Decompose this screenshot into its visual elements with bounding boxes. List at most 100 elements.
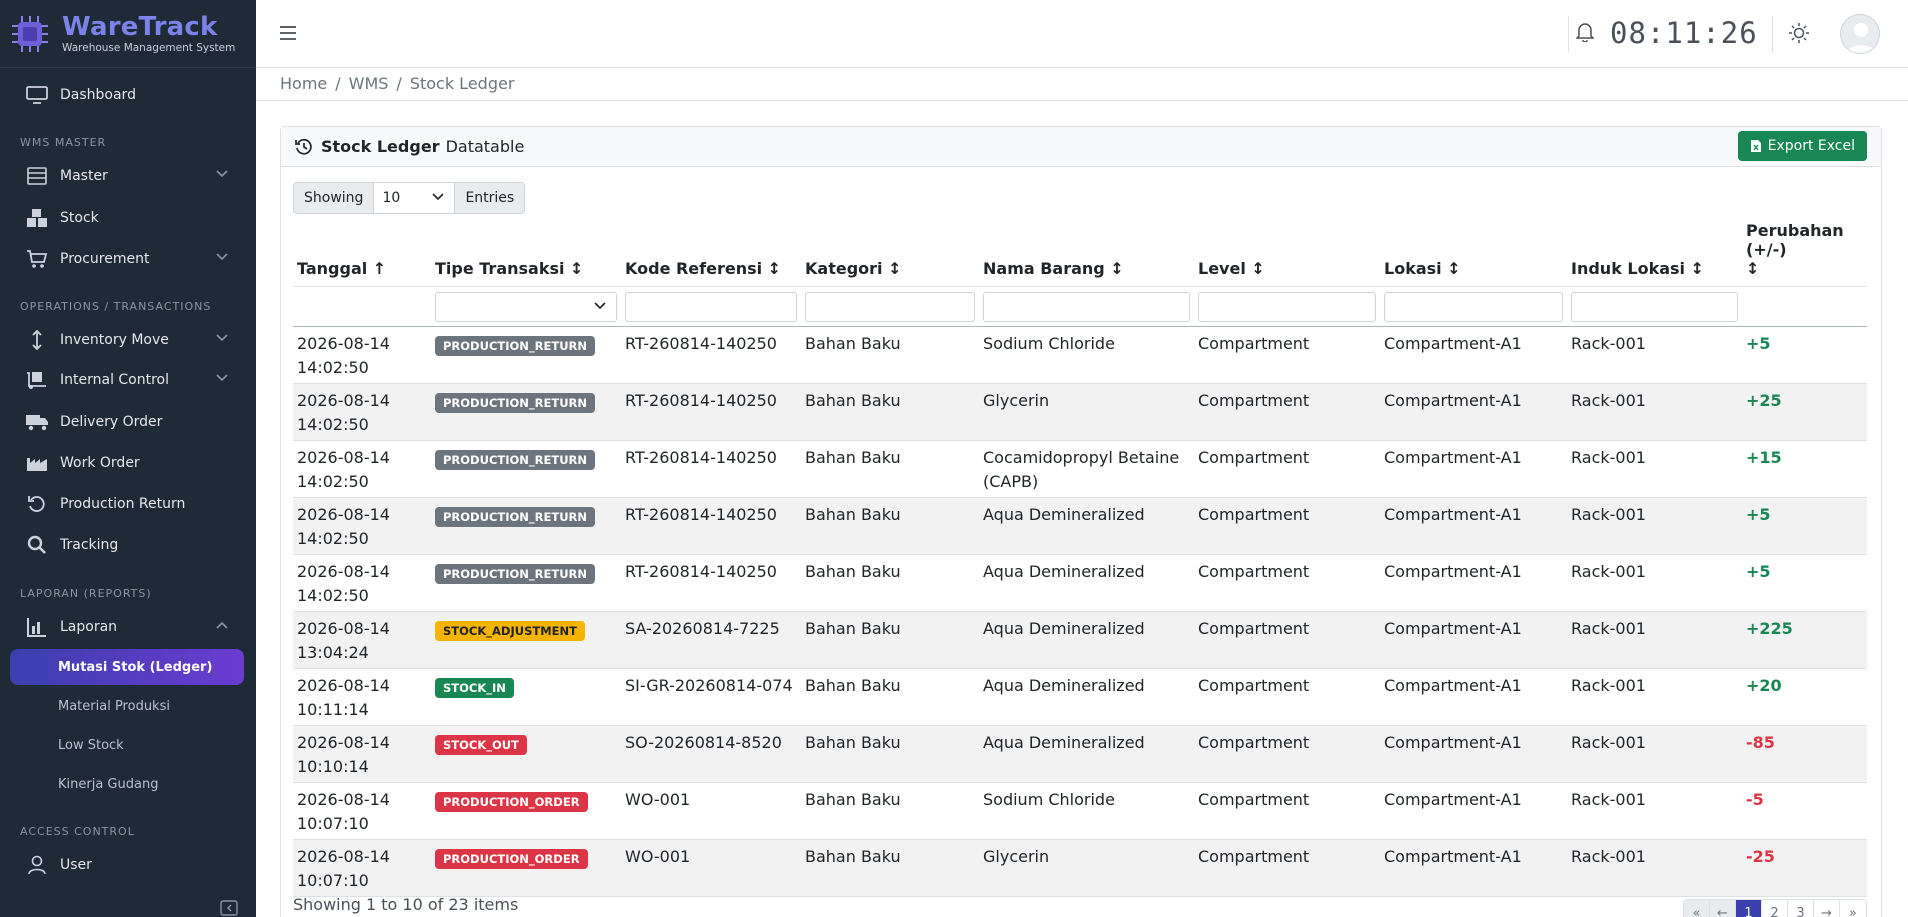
table-row[interactable]: 2026-08-14 14:02:50 PRODUCTION_RETURN RT-26…: [293, 326, 1867, 384]
sidebar-item-laporan[interactable]: Laporan: [0, 608, 256, 646]
export-excel-button[interactable]: Export Excel: [1737, 131, 1867, 161]
sidebar-item-work-order[interactable]: Work Order: [0, 444, 256, 482]
brand-title: WareTrack: [62, 11, 218, 42]
table-row[interactable]: 2026-08-14 14:02:50 PRODUCTION_RETURN RT-26…: [293, 440, 1867, 498]
header-perubahan-sort: ↕: [1746, 259, 1760, 278]
header-nama-barang[interactable]: Nama Barang ↕: [979, 221, 1194, 287]
sidebar-subitem-kinerja-gudang[interactable]: Kinerja Gudang: [10, 766, 244, 802]
table-row[interactable]: 2026-08-14 14:02:50 PRODUCTION_RETURN RT-26…: [293, 497, 1867, 555]
cell-tanggal: 2026-08-14 13:04:24: [293, 611, 431, 669]
filter-induk-input[interactable]: [1571, 291, 1738, 322]
entries-select[interactable]: 10: [373, 183, 456, 213]
sidebar-subitem-mutasi-stok[interactable]: Mutasi Stok (Ledger): [10, 649, 244, 685]
filter-kategori-input[interactable]: [805, 291, 975, 322]
stock-ledger-card: Stock Ledger Datatable Export Excel Show…: [280, 126, 1882, 917]
cell-lokasi-value: Compartment-A1: [1384, 790, 1522, 809]
sidebar-item-production-return[interactable]: Production Return: [0, 485, 256, 523]
clock-display: 08:11:26: [1610, 16, 1758, 50]
header-kode-referensi[interactable]: Kode Referensi ↕: [621, 221, 801, 287]
cell-tipe: PRODUCTION_RETURN: [431, 497, 621, 555]
sidebar-subitem-material-produksi[interactable]: Material Produksi: [10, 688, 244, 724]
cell-level-value: Compartment: [1198, 562, 1310, 581]
header-tanggal[interactable]: Tanggal ↑: [293, 221, 431, 287]
header-lokasi[interactable]: Lokasi ↕: [1380, 221, 1567, 287]
cell-kategori: Bahan Baku: [801, 497, 979, 555]
sidebar-item-master[interactable]: Master: [0, 157, 256, 195]
cell-level-value: Compartment: [1198, 847, 1310, 866]
brand[interactable]: WareTrack Warehouse Management System: [0, 0, 256, 68]
sidebar-item-internal-control[interactable]: Internal Control: [0, 361, 256, 399]
header-induk-lokasi[interactable]: Induk Lokasi ↕: [1567, 221, 1742, 287]
cell-tanggal: 2026-08-14 14:02:50: [293, 497, 431, 555]
sidebar-item-inventory-move[interactable]: Inventory Move: [0, 321, 256, 359]
breadcrumb-separator: /: [335, 74, 341, 93]
cart-icon: [24, 248, 50, 270]
filter-nama-input[interactable]: [983, 291, 1190, 322]
sidebar-item-delivery-order[interactable]: Delivery Order: [0, 403, 256, 441]
sidebar-item-label: Master: [60, 168, 108, 184]
sidebar-item-tracking[interactable]: Tracking: [0, 526, 256, 564]
breadcrumb-wms[interactable]: WMS: [349, 74, 389, 93]
filter-row: [293, 286, 1867, 327]
page-last-button[interactable]: »: [1840, 900, 1866, 917]
header-kategori[interactable]: Kategori ↕: [801, 221, 979, 287]
cell-nama: Glycerin: [979, 839, 1194, 897]
avatar[interactable]: [1840, 14, 1880, 54]
cell-nama-barang: Glycerin: [983, 847, 1050, 866]
sidebar-item-stock[interactable]: Stock: [0, 199, 256, 237]
header-perubahan[interactable]: Perubahan (+/-) ↕: [1742, 221, 1867, 287]
table-row[interactable]: 2026-08-14 10:11:14 STOCK_IN SI-GR-20260814…: [293, 668, 1867, 726]
cell-kategori-value: Bahan Baku: [805, 733, 901, 752]
cell-kategori: Bahan Baku: [801, 440, 979, 498]
filter-tipe-select[interactable]: [435, 291, 617, 322]
cell-level-value: Compartment: [1198, 334, 1310, 353]
breadcrumb-home[interactable]: Home: [280, 74, 327, 93]
cell-nama: Aqua Demineralized: [979, 497, 1194, 555]
cell-perubahan-value: -25: [1746, 847, 1775, 866]
table-row[interactable]: 2026-08-14 14:02:50 PRODUCTION_RETURN RT-26…: [293, 383, 1867, 441]
sidebar-subitem-low-stock[interactable]: Low Stock: [10, 727, 244, 763]
sidebar-item-user[interactable]: User: [0, 846, 256, 884]
filter-cell-kode: [621, 286, 801, 327]
page-3-button[interactable]: 3: [1788, 900, 1814, 917]
table-row[interactable]: 2026-08-14 10:07:10 PRODUCTION_ORDER WO-001…: [293, 782, 1867, 840]
list-icon: [24, 165, 50, 187]
page-prev-button[interactable]: ←: [1710, 900, 1736, 917]
cell-tipe: PRODUCTION_RETURN: [431, 440, 621, 498]
breadcrumb-current: Stock Ledger: [409, 74, 515, 93]
page-1-button[interactable]: 1: [1736, 900, 1762, 917]
sidebar-collapse-icon[interactable]: [220, 900, 238, 916]
sidebar-item-dashboard[interactable]: Dashboard: [0, 76, 256, 114]
table-row[interactable]: 2026-08-14 10:07:10 PRODUCTION_ORDER WO-001…: [293, 839, 1867, 897]
filter-lokasi-input[interactable]: [1384, 291, 1563, 322]
filter-level-input[interactable]: [1198, 291, 1376, 322]
page-first-button[interactable]: «: [1684, 900, 1710, 917]
cell-kode: RT-260814-140250: [621, 326, 801, 384]
page-next-button[interactable]: →: [1814, 900, 1840, 917]
table-row[interactable]: 2026-08-14 14:02:50 PRODUCTION_RETURN RT-26…: [293, 554, 1867, 612]
cell-kode: WO-001: [621, 782, 801, 840]
table-row[interactable]: 2026-08-14 13:04:24 STOCK_ADJUSTMENT SA-202…: [293, 611, 1867, 669]
cell-kode-referensi: RT-260814-140250: [625, 448, 777, 467]
sidebar-item-label: Production Return: [60, 496, 186, 512]
chevron-down-icon: [216, 334, 228, 342]
showing-label: Showing: [294, 183, 374, 213]
table-row[interactable]: 2026-08-14 10:10:14 STOCK_OUT SO-20260814-8…: [293, 725, 1867, 783]
sidebar-item-procurement[interactable]: Procurement: [0, 240, 256, 278]
filter-kode-input[interactable]: [625, 291, 797, 322]
cell-lokasi: Compartment-A1: [1380, 668, 1567, 726]
cell-lokasi-value: Compartment-A1: [1384, 334, 1522, 353]
theme-toggle-sun-icon[interactable]: [1788, 22, 1810, 44]
cell-induk: Rack-001: [1567, 611, 1742, 669]
cell-tanggal: 2026-08-14 14:02:50: [293, 554, 431, 612]
bell-icon[interactable]: [1576, 22, 1594, 42]
cell-tanggal: 2026-08-14 14:02:50: [293, 383, 431, 441]
hamburger-menu-icon[interactable]: [280, 24, 296, 42]
header-level[interactable]: Level ↕: [1194, 221, 1380, 287]
cell-kode-referensi: SI-GR-20260814-074: [625, 676, 793, 695]
cell-kategori-value: Bahan Baku: [805, 334, 901, 353]
header-tipe-transaksi[interactable]: Tipe Transaksi ↕: [431, 221, 621, 287]
topbar: 08:11:26: [256, 0, 1908, 68]
cell-kategori-value: Bahan Baku: [805, 562, 901, 581]
page-2-button[interactable]: 2: [1762, 900, 1788, 917]
